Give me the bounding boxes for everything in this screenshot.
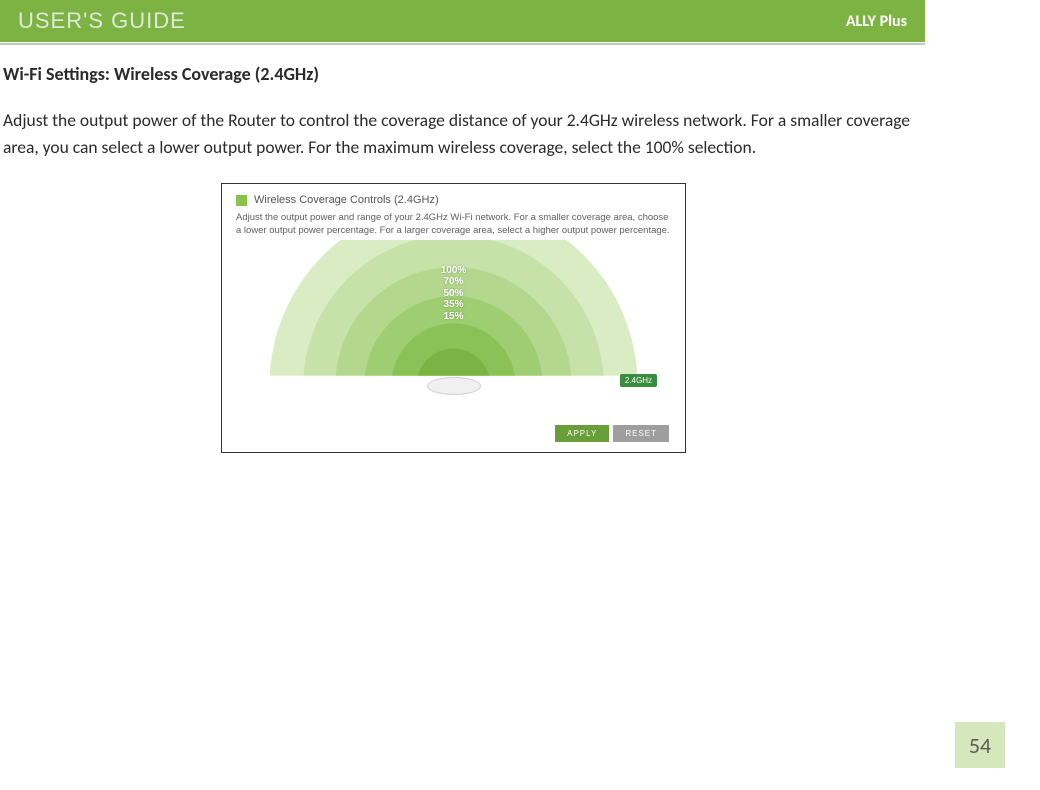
level-15[interactable]: 15% <box>441 311 467 323</box>
reset-button[interactable]: RESET <box>613 425 669 442</box>
level-35[interactable]: 35% <box>441 299 467 311</box>
header-title-left: USER'S GUIDE <box>18 8 186 34</box>
page-number: 54 <box>955 722 1005 768</box>
header-bar: USER'S GUIDE ALLY Plus <box>0 0 925 42</box>
page-content: Wi-Fi Settings: Wireless Coverage (2.4GH… <box>0 45 920 453</box>
level-100[interactable]: 100% <box>441 265 467 277</box>
header-title-right: ALLY Plus <box>846 12 907 31</box>
panel-title: Wireless Coverage Controls (2.4GHz) <box>254 194 439 206</box>
router-icon <box>427 377 481 395</box>
level-50[interactable]: 50% <box>441 288 467 300</box>
coverage-panel: Wireless Coverage Controls (2.4GHz) Adju… <box>221 183 686 453</box>
section-title: Wi-Fi Settings: Wireless Coverage (2.4GH… <box>3 63 910 85</box>
apply-button[interactable]: APPLY <box>555 425 609 442</box>
section-body: Adjust the output power of the Router to… <box>3 107 910 161</box>
panel-button-row: APPLY RESET <box>555 425 669 442</box>
panel-square-icon <box>236 195 247 206</box>
panel-description: Adjust the output power and range of you… <box>236 212 671 237</box>
coverage-level-labels: 100% 70% 50% 35% 15% <box>441 265 467 323</box>
band-badge: 2.4GHz <box>620 374 657 387</box>
level-70[interactable]: 70% <box>441 276 467 288</box>
coverage-visual[interactable]: 100% 70% 50% 35% 15% 2.4GHz <box>236 247 671 407</box>
panel-header: Wireless Coverage Controls (2.4GHz) <box>236 194 671 206</box>
